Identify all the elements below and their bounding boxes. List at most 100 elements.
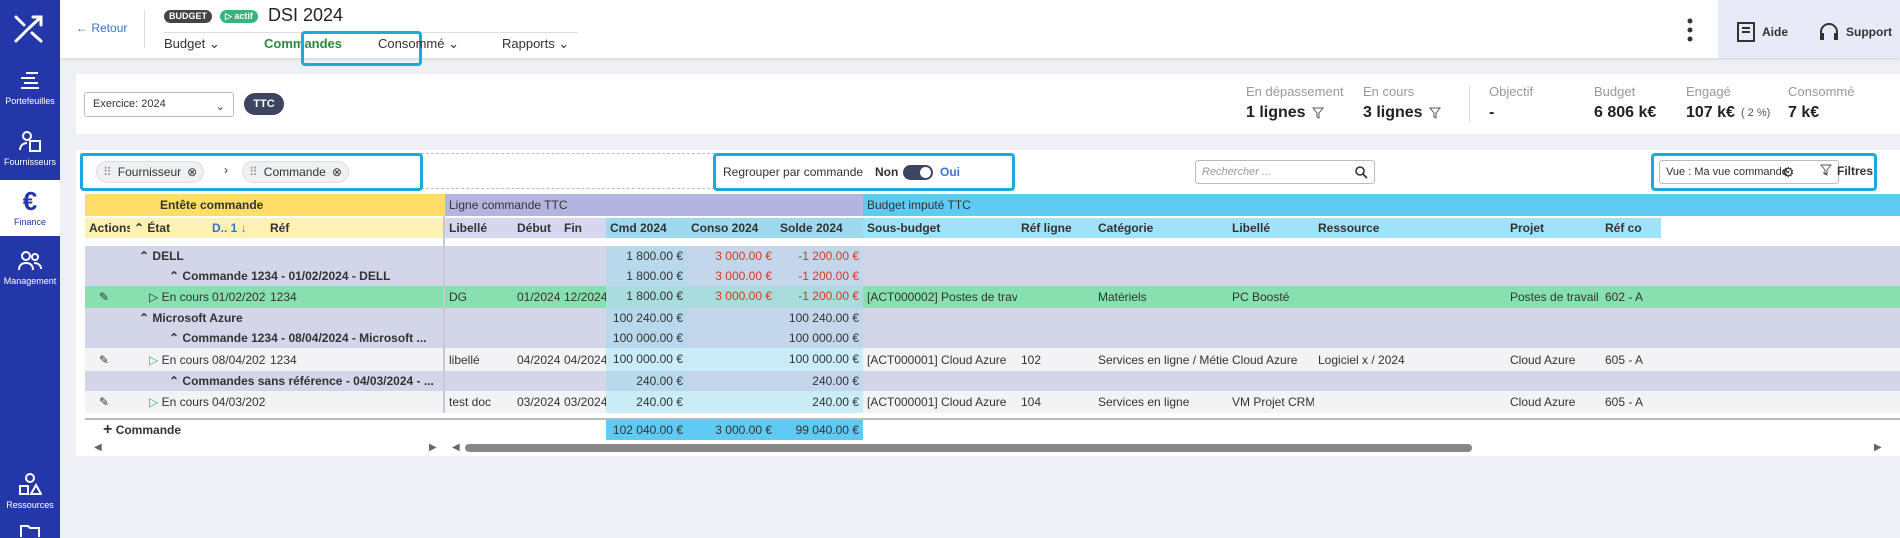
table-row[interactable]: ✎ ▷ En cours 04/03/2024 test doc 03/2024… (85, 391, 1900, 413)
cell-projet: Cloud Azure (1510, 395, 1576, 409)
stat-en-cours[interactable]: En cours 3 lignes (1363, 84, 1441, 122)
help-label: Aide (1762, 25, 1789, 39)
filters-button[interactable]: Filtres (1820, 164, 1873, 178)
tab-consomme[interactable]: Consommé ⌄ (378, 36, 459, 52)
tab-rapports[interactable]: Rapports ⌄ (502, 36, 569, 52)
stat-depassement[interactable]: En dépassement 1 lignes (1246, 84, 1344, 122)
table-row[interactable]: ⌃ Commande 1234 - 01/02/2024 - DELL 1 80… (85, 266, 1900, 286)
group-label: ⌃ Commande 1234 - 08/04/2024 - Microsoft… (165, 328, 445, 348)
collapse-icon[interactable]: ⌃ (169, 269, 179, 283)
filter-icon[interactable] (1311, 107, 1324, 119)
sidebar-item-management[interactable]: Management (0, 240, 60, 296)
book-icon (1737, 22, 1755, 42)
sidebar-item-folder[interactable] (0, 522, 60, 538)
cell-ref-co: 602 - A (1605, 290, 1644, 304)
support-label: Support (1846, 25, 1892, 39)
help-button[interactable]: Aide (1736, 21, 1788, 43)
chevron-down-icon: ⌄ (215, 101, 225, 113)
group-label: ⌃ Microsoft Azure (135, 308, 435, 328)
exercise-select[interactable]: Exercice: 2024 ⌄ (84, 92, 234, 117)
edit-icon[interactable]: ✎ (95, 350, 125, 370)
add-commande-button[interactable]: + Commande (99, 420, 219, 440)
group-header-budget: Budget imputé TTC (863, 194, 1900, 216)
back-link[interactable]: ← Retour (76, 21, 127, 35)
search-placeholder: Rechercher ... (1202, 166, 1272, 178)
col-ref[interactable]: Réf (266, 218, 445, 238)
col-conso[interactable]: Conso 2024 (687, 218, 776, 238)
stat-label: En dépassement (1246, 84, 1344, 99)
col-ref-ligne[interactable]: Réf ligne (1017, 218, 1094, 238)
edit-icon[interactable]: ✎ (95, 287, 125, 307)
status-cell: ▷ En cours (145, 350, 215, 370)
search-icon[interactable] (1355, 166, 1368, 179)
collapse-icon[interactable]: ⌃ (169, 374, 179, 388)
search-input[interactable]: Rechercher ... (1195, 160, 1375, 184)
cell-ref (266, 392, 445, 412)
cell-conso: 3 000.00 € (687, 246, 776, 266)
stat-value: 1 lignes (1246, 104, 1306, 121)
cell-ref: 1234 (270, 290, 297, 304)
col-cmd[interactable]: Cmd 2024 (606, 218, 687, 238)
collapse-icon[interactable]: ⌃ (169, 331, 179, 345)
total-conso: 3 000.00 € (687, 420, 776, 440)
status-text: En cours (161, 290, 209, 304)
sidebar-item-fournisseurs[interactable]: Fournisseurs (0, 120, 60, 176)
scroll-right-icon[interactable]: ▶ (1874, 442, 1882, 453)
more-menu-icon[interactable] (1687, 18, 1693, 42)
scroll-left-icon[interactable]: ◀ (452, 442, 460, 453)
table-row[interactable]: ✎ ▷ En cours 01/02/2024 1234 DG 01/2024 … (85, 286, 1900, 308)
col-projet[interactable]: Projet (1506, 218, 1601, 238)
horizontal-scrollbar[interactable] (465, 444, 1472, 452)
tax-mode-toggle[interactable]: TTC (244, 93, 284, 115)
sidebar-item-ressources[interactable]: Ressources (0, 463, 60, 519)
table-row[interactable]: ⌃ Microsoft Azure 100 240.00 € 100 240.0… (85, 308, 1900, 328)
col-date[interactable]: D.. 1 ↓ (208, 218, 266, 238)
table-row[interactable]: ⌃ Commandes sans référence - 04/03/2024 … (85, 371, 1900, 391)
highlight-frame (713, 153, 1015, 191)
sidebar-item-finance[interactable]: € Finance (0, 180, 60, 236)
collapse-icon[interactable]: ⌃ (139, 249, 149, 263)
filter-icon[interactable] (1428, 107, 1441, 119)
table-row[interactable]: ⌃ Commande 1234 - 08/04/2024 - Microsoft… (85, 328, 1900, 348)
table-row[interactable]: ✎ ▷ En cours 08/04/2024 1234 libellé 04/… (85, 348, 1900, 371)
group-header-entete: Entête commande (85, 194, 445, 216)
col-ref-co[interactable]: Réf co (1601, 218, 1661, 238)
col-fin[interactable]: Fin (560, 218, 606, 238)
col-categorie[interactable]: Catégorie (1094, 218, 1228, 238)
grouping-bar: ⠿ Fournisseur ⊗ › ⠿ Commande ⊗ Regrouper… (76, 150, 1900, 194)
col-actions: Actions (85, 218, 130, 238)
cell-conso: 3 000.00 € (687, 286, 776, 308)
cell-cmd: 1 800.00 € (606, 246, 687, 266)
cell-ref: 1234 (270, 353, 297, 367)
col-debut[interactable]: Début (513, 218, 560, 238)
col-libelle[interactable]: Libellé (445, 218, 513, 238)
support-button[interactable]: Support (1818, 21, 1892, 43)
page-title: DSI 2024 (268, 5, 344, 25)
table-row[interactable]: ⌃ DELL 1 800.00 € 3 000.00 € -1 200.00 € (85, 246, 1900, 266)
app-logo[interactable] (0, 6, 60, 52)
cell-cmd: 240.00 € (606, 391, 687, 413)
scroll-right-icon[interactable]: ▶ (429, 442, 437, 453)
col-sous-budget[interactable]: Sous-budget (863, 218, 1017, 238)
tab-budget[interactable]: Budget ⌄ (164, 36, 220, 52)
col-libelle-budget[interactable]: Libellé (1228, 218, 1314, 238)
chevron-down-icon: ⌄ (208, 36, 220, 51)
edit-icon[interactable]: ✎ (95, 392, 125, 412)
cell-conso (687, 348, 776, 371)
stat-label: Objectif (1489, 84, 1534, 99)
sidebar-item-portefeuilles[interactable]: Portefeuilles (0, 60, 60, 116)
cell-debut: 01/2024 (517, 290, 560, 304)
cell-conso (687, 391, 776, 413)
col-ressource[interactable]: Ressource (1314, 218, 1506, 238)
top-header: ← Retour BUDGET ▷ actif DSI 2024 Budget … (60, 0, 1900, 66)
stat-budget: Budget 6 806 k€ (1594, 84, 1656, 122)
collapse-icon[interactable]: ⌃ (139, 311, 149, 325)
col-solde[interactable]: Solde 2024 (776, 218, 863, 238)
cell-debut: 04/2024 (517, 353, 560, 367)
cell-libelle-budget: VM Projet CRM (1232, 395, 1314, 409)
cell-projet: Cloud Azure (1510, 353, 1576, 367)
collapse-all-icon[interactable]: ⌃ (134, 221, 144, 235)
col-etat[interactable]: ⌃ État (130, 218, 208, 238)
scroll-left-icon[interactable]: ◀ (94, 442, 102, 453)
cell-cmd: 240.00 € (606, 371, 687, 391)
